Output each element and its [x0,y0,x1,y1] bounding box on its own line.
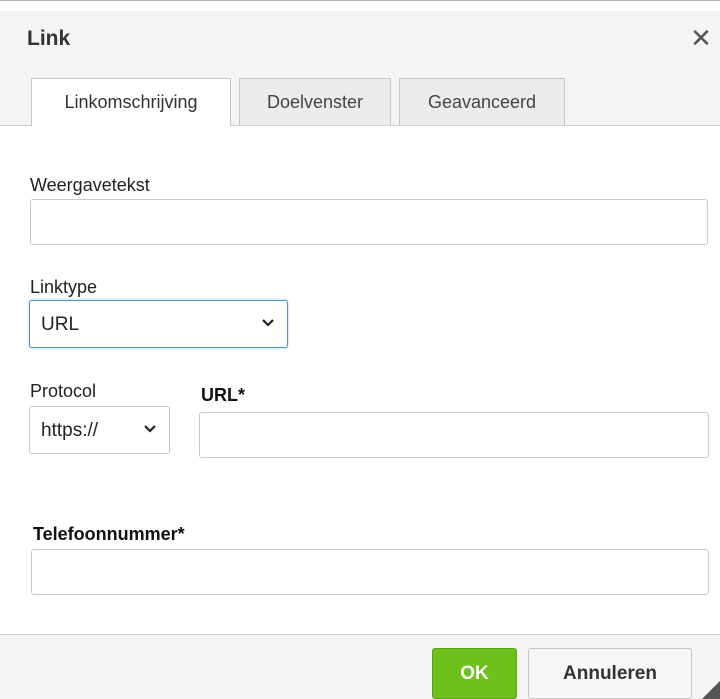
close-icon[interactable]: ✕ [688,25,714,51]
link-type-value: URL [41,314,80,335]
resize-handle-icon[interactable] [698,677,720,699]
tab-doelvenster[interactable]: Doelvenster [239,78,391,125]
tab-bar: Linkomschrijving Doelvenster Geavanceerd [0,63,720,126]
link-type-select[interactable]: URL [29,300,288,348]
ok-button[interactable]: OK [432,648,517,699]
display-text-label: Weergavetekst [30,175,150,195]
dialog-title: Link [27,27,71,50]
phone-label: Telefoonnummer* [33,524,185,544]
chevron-down-icon [262,319,274,327]
phone-input[interactable] [31,549,709,595]
url-input[interactable] [199,412,709,458]
url-label: URL* [201,385,245,405]
protocol-value: https:// [41,420,99,441]
protocol-label: Protocol [30,381,97,401]
tab-linkomschrijving[interactable]: Linkomschrijving [31,78,231,126]
cancel-button[interactable]: Annuleren [528,648,692,699]
tab-geavanceerd[interactable]: Geavanceerd [399,78,565,125]
protocol-select[interactable]: https:// [29,406,170,454]
chevron-down-icon [144,425,156,433]
link-type-label: Linktype [30,277,98,297]
dialog-footer: OK Annuleren [0,634,720,699]
dialog-titlebar[interactable]: Link ✕ [0,11,720,64]
link-dialog: Link ✕ Linkomschrijving Doelvenster Geav… [0,0,720,699]
display-text-input[interactable] [30,199,708,245]
